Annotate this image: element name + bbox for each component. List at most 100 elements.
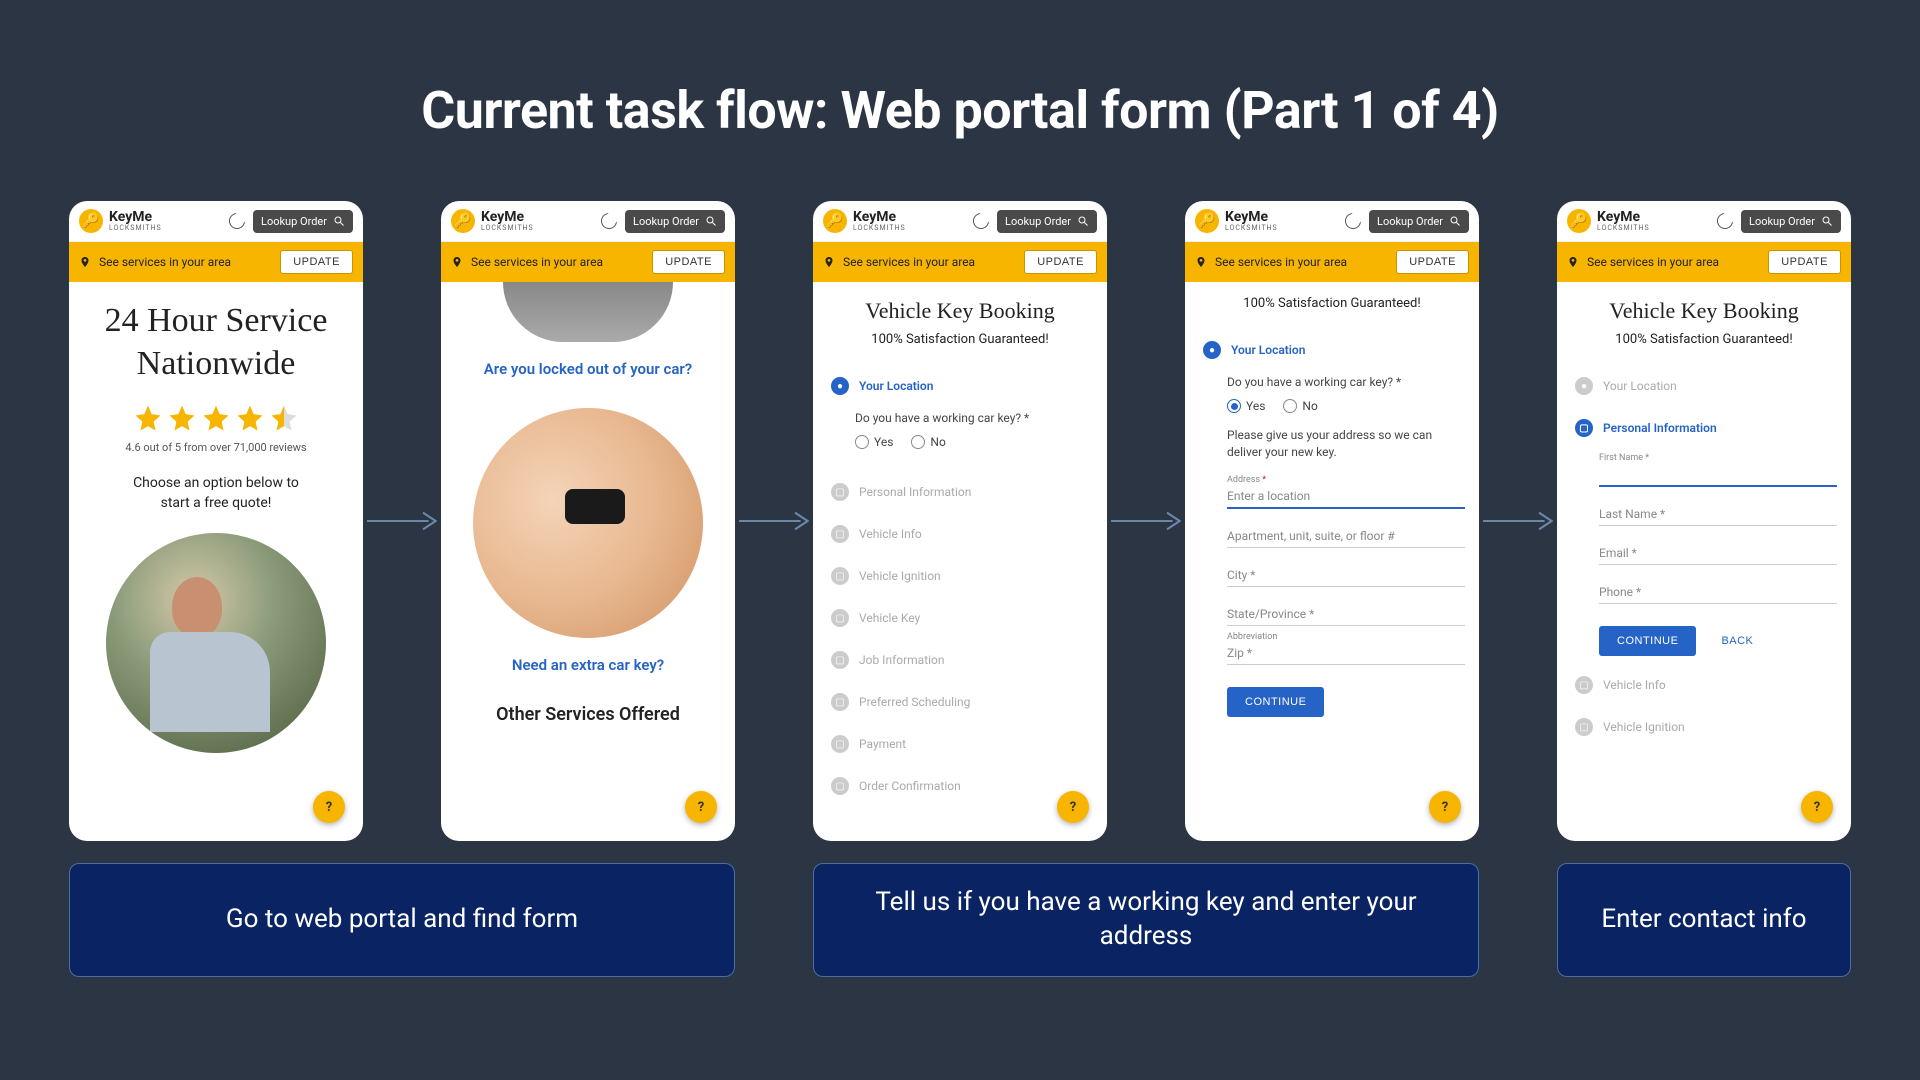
update-button[interactable]: UPDATE — [1768, 250, 1841, 274]
step-vehicle-ignition[interactable]: ▢Vehicle Ignition — [827, 555, 1093, 597]
continue-button[interactable]: CONTINUE — [1227, 687, 1324, 717]
car-key-image[interactable] — [473, 408, 703, 638]
logo-icon: 🔑 — [1195, 209, 1219, 233]
step-scheduling[interactable]: ▢Preferred Scheduling — [827, 681, 1093, 723]
location-pin-icon — [451, 254, 463, 270]
radio-yes[interactable]: Yes — [1227, 399, 1265, 413]
apt-field[interactable]: Apartment, unit, suite, or floor # — [1227, 515, 1465, 548]
email-field[interactable]: Email * — [1599, 532, 1837, 565]
update-button[interactable]: UPDATE — [1396, 250, 1469, 274]
logo: 🔑KeyMeLOCKSMITHS — [1567, 209, 1650, 233]
phone-screen-1: 🔑 KeyMe LOCKSMITHS Lookup Order See serv… — [69, 201, 363, 841]
step-vehicle-ignition[interactable]: ▢Vehicle Ignition — [1571, 706, 1837, 748]
deliver-text: Please give us your address so we can de… — [1227, 427, 1465, 461]
star-icon — [167, 403, 197, 433]
flow-arrow — [1107, 491, 1185, 551]
update-button[interactable]: UPDATE — [652, 250, 725, 274]
update-button[interactable]: UPDATE — [1024, 250, 1097, 274]
location-step-icon: ● — [831, 377, 849, 395]
update-button[interactable]: UPDATE — [280, 250, 353, 274]
step-vehicle-key[interactable]: ▢Vehicle Key — [827, 597, 1093, 639]
lookup-order-button[interactable]: Lookup Order — [1741, 210, 1841, 233]
star-icon — [235, 403, 265, 433]
field-label-inline: Phone * — [1599, 585, 1641, 599]
area-banner: See services in your areaUPDATE — [1185, 242, 1479, 282]
help-fab[interactable]: ? — [313, 791, 345, 823]
help-fab[interactable]: ? — [1429, 791, 1461, 823]
question-working-key: Do you have a working car key? * — [1227, 375, 1465, 389]
flow-row: 🔑 KeyMe LOCKSMITHS Lookup Order See serv… — [0, 201, 1920, 841]
step-label: Personal Information — [859, 485, 971, 499]
back-button[interactable]: BACK — [1707, 626, 1767, 656]
phone-screen-3: 🔑KeyMeLOCKSMITHS Lookup Order See servic… — [813, 201, 1107, 841]
step-vehicle-info[interactable]: ▢Vehicle Info — [827, 513, 1093, 555]
search-icon — [333, 215, 345, 227]
address-field[interactable]: Address Enter a location — [1227, 475, 1465, 509]
help-fab[interactable]: ? — [685, 791, 717, 823]
caption-1: Go to web portal and find form — [69, 863, 735, 977]
last-name-field[interactable]: Last Name * — [1599, 493, 1837, 526]
prompt-locked-out[interactable]: Are you locked out of your car? — [451, 360, 725, 378]
radio-no[interactable]: No — [911, 435, 945, 449]
step-payment[interactable]: ▢Payment — [827, 723, 1093, 765]
lookup-order-button[interactable]: Lookup Order — [997, 210, 1097, 233]
city-field[interactable]: City * — [1227, 554, 1465, 587]
question-working-key: Do you have a working car key? * — [855, 411, 1093, 425]
help-fab[interactable]: ? — [1801, 791, 1833, 823]
step-label: Vehicle Info — [859, 527, 922, 541]
step-vehicle-info[interactable]: ▢Vehicle Info — [1571, 664, 1837, 706]
step-personal-info[interactable]: ▢Personal Information — [1571, 407, 1837, 449]
dark-mode-icon[interactable] — [229, 213, 245, 229]
dark-mode-icon[interactable] — [601, 213, 617, 229]
field-label: Abbreviation — [1227, 632, 1277, 642]
lookup-order-button[interactable]: Lookup Order — [253, 210, 353, 233]
dark-mode-icon[interactable] — [1717, 213, 1733, 229]
step-your-location[interactable]: ● Your Location — [1571, 365, 1837, 407]
location-pin-icon — [79, 254, 91, 270]
banner-text: See services in your area — [99, 255, 231, 269]
form-title: Vehicle Key Booking — [813, 298, 1107, 324]
logo-text: KeyMe — [853, 210, 906, 224]
lookup-label: Lookup Order — [633, 215, 699, 228]
step-label: Personal Information — [1603, 421, 1717, 435]
step-icon: ▢ — [1575, 718, 1593, 736]
step-label: Your Location — [1603, 379, 1677, 393]
state-field[interactable]: State/Province * — [1227, 593, 1465, 626]
dark-mode-icon[interactable] — [973, 213, 989, 229]
step-job-info[interactable]: ▢Job Information — [827, 639, 1093, 681]
dark-mode-icon[interactable] — [1345, 213, 1361, 229]
app-header: 🔑KeyMeLOCKSMITHS Lookup Order — [813, 201, 1107, 242]
radio-no[interactable]: No — [1283, 399, 1317, 413]
radio-yes[interactable]: Yes — [855, 435, 893, 449]
step-icon: ● — [1575, 377, 1593, 395]
banner-text: See services in your area — [1587, 255, 1719, 269]
step-label: Your Location — [1231, 343, 1305, 357]
first-name-field[interactable]: First Name * — [1599, 453, 1837, 487]
help-fab[interactable]: ? — [1057, 791, 1089, 823]
logo-icon: 🔑 — [1567, 209, 1591, 233]
step-personal-info[interactable]: ▢Personal Information — [827, 471, 1093, 513]
prompt-extra-key[interactable]: Need an extra car key? — [451, 656, 725, 674]
lookup-order-button[interactable]: Lookup Order — [625, 210, 725, 233]
step-icon: ▢ — [831, 567, 849, 585]
lookup-order-button[interactable]: Lookup Order — [1369, 210, 1469, 233]
radio-label: No — [930, 435, 945, 449]
banner-text: See services in your area — [843, 255, 975, 269]
step-icon: ▢ — [1575, 676, 1593, 694]
logo-icon: 🔑 — [79, 209, 103, 233]
step-icon: ▢ — [831, 777, 849, 795]
location-pin-icon — [1195, 254, 1207, 270]
continue-button[interactable]: CONTINUE — [1599, 626, 1696, 656]
search-icon — [1821, 215, 1833, 227]
zip-field[interactable]: Abbreviation Zip * — [1227, 632, 1465, 665]
logo-icon: 🔑 — [451, 209, 475, 233]
step-confirmation[interactable]: ▢Order Confirmation — [827, 765, 1093, 807]
step-your-location[interactable]: ●Your Location — [1199, 329, 1465, 371]
lookup-label: Lookup Order — [1377, 215, 1443, 228]
radio-label: Yes — [874, 435, 893, 449]
step-your-location[interactable]: ●Your Location — [827, 365, 1093, 407]
app-header: 🔑 KeyMe LOCKSMITHS Lookup Order — [69, 201, 363, 242]
step-icon: ▢ — [831, 693, 849, 711]
phone-field[interactable]: Phone * — [1599, 571, 1837, 604]
field-label: Address — [1227, 475, 1266, 485]
